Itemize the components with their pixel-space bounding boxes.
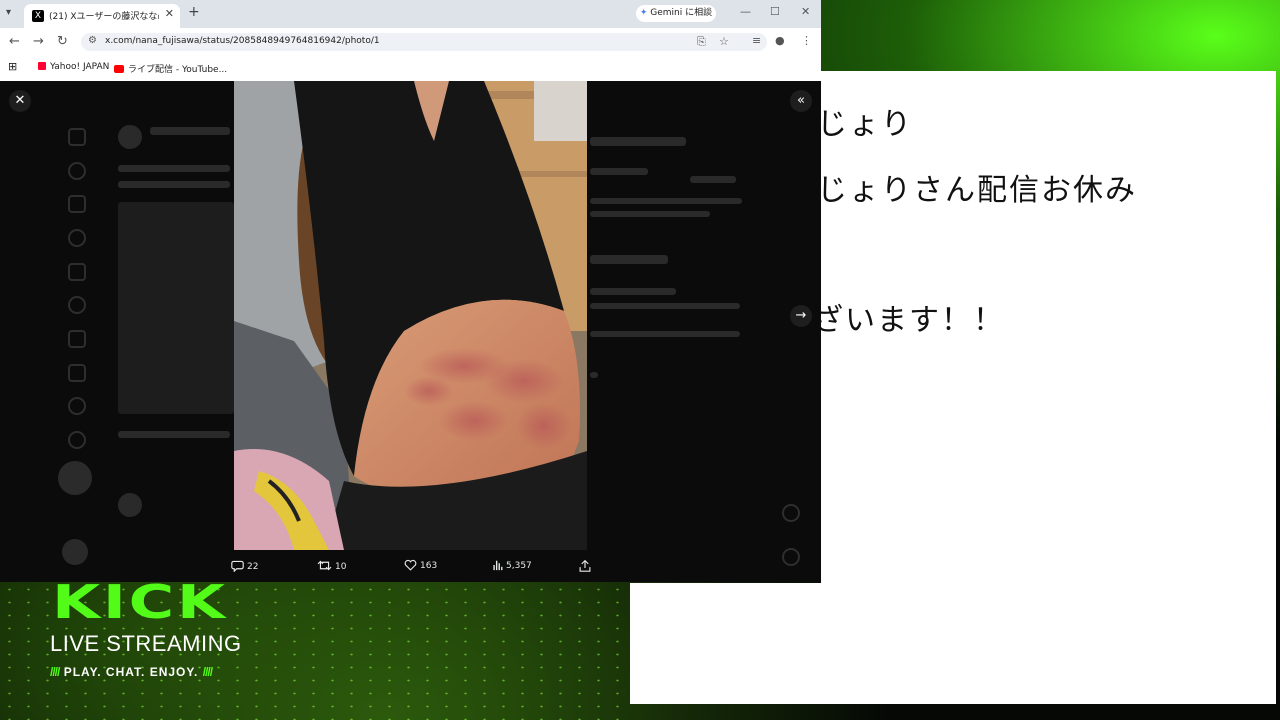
tab-title: (21) Xユーザーの藤沢なな@そんじ <box>49 12 159 22</box>
bookmarks-icon <box>68 330 86 348</box>
tab-list-icon[interactable]: ▾ <box>6 7 11 18</box>
bookmarks-bar: ⊞ Yahoo! JAPAN ライブ配信 - YouTube... <box>0 56 821 82</box>
apps-grid-icon[interactable]: ⊞ <box>8 60 17 73</box>
browser-tab[interactable]: X (21) Xユーザーの藤沢なな@そんじ ✕ <box>24 4 180 28</box>
repost-action[interactable]: 10 <box>317 559 346 572</box>
notepad-line: じょりさん配信お休み <box>821 173 1137 208</box>
new-tab-button[interactable]: + <box>188 4 200 20</box>
close-viewer-icon[interactable]: ✕ <box>9 90 31 112</box>
sidebar-item-ghost <box>690 176 736 183</box>
x-logo-icon <box>68 93 82 107</box>
sidebar-item-ghost <box>590 198 742 204</box>
home-icon <box>68 128 86 146</box>
sidebar-heading-ghost <box>590 137 686 146</box>
sidebar-item-ghost <box>590 168 648 175</box>
minimize-icon[interactable]: — <box>740 5 751 18</box>
forward-icon[interactable]: → <box>33 34 44 49</box>
more-icon <box>68 431 86 449</box>
kick-logo: KICK <box>52 575 228 629</box>
bookmark-star-icon[interactable]: ☆ <box>719 35 729 48</box>
browser-window: ▾ X (21) Xユーザーの藤沢なな@そんじ ✕ + ✦ Gemini に相談… <box>0 0 821 582</box>
reply-avatar-ghost <box>118 493 142 517</box>
share-icon <box>579 559 591 572</box>
grok-float-icon <box>782 504 800 522</box>
lists-icon <box>68 364 86 382</box>
reply-icon <box>231 560 244 573</box>
gemini-button[interactable]: ✦ Gemini に相談 <box>636 5 716 22</box>
x-favicon-icon: X <box>32 10 44 22</box>
post-actions: 22 10 163 5,357 <box>0 556 821 578</box>
notepad-line: じょり <box>821 107 913 142</box>
photo-image <box>234 81 587 550</box>
install-app-icon[interactable]: ⎘ <box>697 35 706 49</box>
post-text-ghost <box>118 181 230 188</box>
trend-item-ghost <box>590 303 740 309</box>
notifications-icon <box>68 195 86 213</box>
post-image-ghost <box>118 202 234 414</box>
site-info-icon[interactable]: ⚙ <box>88 35 97 46</box>
like-action[interactable]: 163 <box>404 559 437 571</box>
share-action[interactable] <box>579 559 594 572</box>
url-text: x.com/nana_fujisawa/status/2085848949764… <box>105 36 380 46</box>
address-bar[interactable]: ⚙ x.com/nana_fujisawa/status/20858489497… <box>81 33 767 51</box>
tab-bar: ▾ X (21) Xユーザーの藤沢なな@そんじ ✕ + ✦ Gemini に相談… <box>0 0 821 28</box>
profile-avatar-icon[interactable]: ● <box>775 34 785 47</box>
views-action[interactable]: 5,357 <box>492 559 532 571</box>
post-meta-ghost <box>118 431 230 438</box>
bookmark-youtube[interactable]: ライブ配信 - YouTube... <box>114 62 227 75</box>
expand-panel-icon[interactable]: « <box>790 90 812 112</box>
menu-icon[interactable]: ⋮ <box>801 34 812 47</box>
kick-slogan: //// PLAY. CHAT. ENJOY. //// <box>50 665 213 679</box>
heart-icon <box>404 559 417 571</box>
trend-item-ghost <box>590 331 740 337</box>
profile-icon <box>68 397 86 415</box>
author-avatar <box>118 125 142 149</box>
trend-item-ghost <box>590 372 598 378</box>
kick-banner: KICK LIVE STREAMING //// PLAY. CHAT. ENJ… <box>50 575 265 679</box>
bookmark-yahoo[interactable]: Yahoo! JAPAN <box>38 62 109 72</box>
notepad-lower <box>630 583 1276 704</box>
reply-action[interactable]: 22 <box>231 559 258 573</box>
media-control-icon[interactable]: ≡ <box>752 34 761 47</box>
explore-icon <box>68 162 86 180</box>
communities-icon <box>68 296 86 314</box>
views-icon <box>493 560 503 571</box>
notepad-line: ざいます！！ <box>821 303 1005 338</box>
author-name-ghost <box>150 127 230 135</box>
sidebar-item-ghost <box>590 211 710 217</box>
close-window-icon[interactable]: ✕ <box>801 5 810 18</box>
live-streaming-text: LIVE STREAMING <box>50 631 242 656</box>
x-media-viewer: ✕ « → 22 10 163 5,357 <box>0 81 821 582</box>
gemini-icon: ✦ <box>639 8 648 18</box>
tab-close-icon[interactable]: ✕ <box>165 7 174 20</box>
post-button <box>58 461 92 495</box>
chat-icon <box>68 229 86 247</box>
youtube-icon <box>114 65 124 73</box>
yahoo-icon <box>38 62 46 70</box>
grok-icon <box>68 263 86 281</box>
next-photo-icon[interactable]: → <box>790 305 812 327</box>
trend-item-ghost <box>590 288 676 295</box>
maximize-icon[interactable]: ☐ <box>770 5 780 18</box>
post-photo[interactable] <box>234 81 587 550</box>
sidebar-heading-ghost <box>590 255 668 264</box>
reload-icon[interactable]: ↻ <box>57 34 68 49</box>
post-text-ghost <box>118 165 230 172</box>
repost-icon <box>317 560 332 571</box>
back-icon[interactable]: ← <box>9 34 20 49</box>
